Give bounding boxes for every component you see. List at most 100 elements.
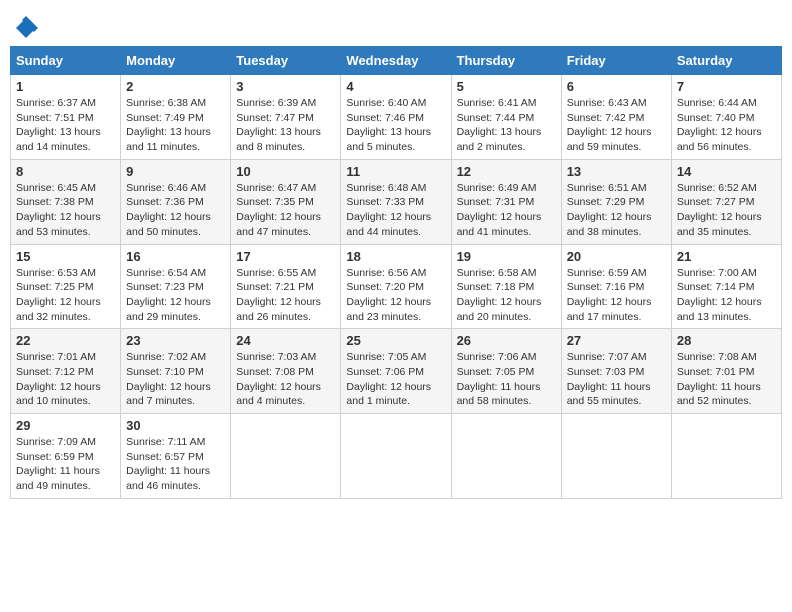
weekday-header-tuesday: Tuesday: [231, 47, 341, 75]
day-number: 3: [236, 79, 335, 94]
calendar-header-row: SundayMondayTuesdayWednesdayThursdayFrid…: [11, 47, 782, 75]
day-detail: Sunrise: 6:45 AM Sunset: 7:38 PM Dayligh…: [16, 181, 115, 240]
day-number: 11: [346, 164, 445, 179]
calendar-cell: 1 Sunrise: 6:37 AM Sunset: 7:51 PM Daylig…: [11, 75, 121, 160]
calendar-week-row: 1 Sunrise: 6:37 AM Sunset: 7:51 PM Daylig…: [11, 75, 782, 160]
day-number: 15: [16, 249, 115, 264]
logo-text: [10, 14, 42, 42]
calendar-week-row: 22Sunrise: 7:01 AM Sunset: 7:12 PM Dayli…: [11, 329, 782, 414]
calendar-cell: [671, 414, 781, 499]
day-detail: Sunrise: 6:43 AM Sunset: 7:42 PM Dayligh…: [567, 96, 666, 155]
day-detail: Sunrise: 6:58 AM Sunset: 7:18 PM Dayligh…: [457, 266, 556, 325]
day-detail: Sunrise: 6:59 AM Sunset: 7:16 PM Dayligh…: [567, 266, 666, 325]
day-detail: Sunrise: 6:55 AM Sunset: 7:21 PM Dayligh…: [236, 266, 335, 325]
day-detail: Sunrise: 6:41 AM Sunset: 7:44 PM Dayligh…: [457, 96, 556, 155]
day-number: 10: [236, 164, 335, 179]
calendar-cell: 9 Sunrise: 6:46 AM Sunset: 7:36 PM Daylig…: [121, 159, 231, 244]
day-number: 20: [567, 249, 666, 264]
calendar-cell: 22Sunrise: 7:01 AM Sunset: 7:12 PM Dayli…: [11, 329, 121, 414]
day-detail: Sunrise: 7:06 AM Sunset: 7:05 PM Dayligh…: [457, 350, 556, 409]
calendar-cell: 20 Sunrise: 6:59 AM Sunset: 7:16 PM Dayli…: [561, 244, 671, 329]
calendar-cell: 23 Sunrise: 7:02 AM Sunset: 7:10 PM Dayli…: [121, 329, 231, 414]
day-detail: Sunrise: 7:05 AM Sunset: 7:06 PM Dayligh…: [346, 350, 445, 409]
calendar-cell: 4Sunrise: 6:40 AM Sunset: 7:46 PM Daylig…: [341, 75, 451, 160]
calendar-table: SundayMondayTuesdayWednesdayThursdayFrid…: [10, 46, 782, 499]
day-number: 23: [126, 333, 225, 348]
day-number: 18: [346, 249, 445, 264]
day-detail: Sunrise: 7:11 AM Sunset: 6:57 PM Dayligh…: [126, 435, 225, 494]
day-detail: Sunrise: 7:02 AM Sunset: 7:10 PM Dayligh…: [126, 350, 225, 409]
day-detail: Sunrise: 6:46 AM Sunset: 7:36 PM Dayligh…: [126, 181, 225, 240]
day-number: 24: [236, 333, 335, 348]
day-number: 17: [236, 249, 335, 264]
calendar-cell: [451, 414, 561, 499]
calendar-cell: 25 Sunrise: 7:05 AM Sunset: 7:06 PM Dayli…: [341, 329, 451, 414]
day-number: 2: [126, 79, 225, 94]
calendar-cell: 7Sunrise: 6:44 AM Sunset: 7:40 PM Daylig…: [671, 75, 781, 160]
calendar-cell: 13Sunrise: 6:51 AM Sunset: 7:29 PM Dayli…: [561, 159, 671, 244]
day-detail: Sunrise: 6:39 AM Sunset: 7:47 PM Dayligh…: [236, 96, 335, 155]
day-number: 28: [677, 333, 776, 348]
page-header: [10, 10, 782, 38]
calendar-cell: 2 Sunrise: 6:38 AM Sunset: 7:49 PM Daylig…: [121, 75, 231, 160]
day-number: 27: [567, 333, 666, 348]
calendar-cell: 17 Sunrise: 6:55 AM Sunset: 7:21 PM Dayli…: [231, 244, 341, 329]
calendar-cell: 10Sunrise: 6:47 AM Sunset: 7:35 PM Dayli…: [231, 159, 341, 244]
weekday-header-monday: Monday: [121, 47, 231, 75]
calendar-cell: 15 Sunrise: 6:53 AM Sunset: 7:25 PM Dayli…: [11, 244, 121, 329]
day-detail: Sunrise: 6:37 AM Sunset: 7:51 PM Dayligh…: [16, 96, 115, 155]
weekday-header-sunday: Sunday: [11, 47, 121, 75]
day-detail: Sunrise: 6:48 AM Sunset: 7:33 PM Dayligh…: [346, 181, 445, 240]
day-detail: Sunrise: 7:07 AM Sunset: 7:03 PM Dayligh…: [567, 350, 666, 409]
day-detail: Sunrise: 6:38 AM Sunset: 7:49 PM Dayligh…: [126, 96, 225, 155]
calendar-cell: 28 Sunrise: 7:08 AM Sunset: 7:01 PM Dayli…: [671, 329, 781, 414]
day-number: 22: [16, 333, 115, 348]
calendar-cell: 29 Sunrise: 7:09 AM Sunset: 6:59 PM Dayli…: [11, 414, 121, 499]
day-number: 26: [457, 333, 556, 348]
day-number: 9: [126, 164, 225, 179]
day-number: 1: [16, 79, 115, 94]
day-detail: Sunrise: 6:51 AM Sunset: 7:29 PM Dayligh…: [567, 181, 666, 240]
calendar-cell: [231, 414, 341, 499]
calendar-cell: 24 Sunrise: 7:03 AM Sunset: 7:08 PM Dayli…: [231, 329, 341, 414]
weekday-header-saturday: Saturday: [671, 47, 781, 75]
calendar-cell: 18 Sunrise: 6:56 AM Sunset: 7:20 PM Dayli…: [341, 244, 451, 329]
day-number: 25: [346, 333, 445, 348]
day-number: 21: [677, 249, 776, 264]
calendar-body: 1 Sunrise: 6:37 AM Sunset: 7:51 PM Daylig…: [11, 75, 782, 499]
calendar-cell: 27 Sunrise: 7:07 AM Sunset: 7:03 PM Dayli…: [561, 329, 671, 414]
calendar-cell: 14Sunrise: 6:52 AM Sunset: 7:27 PM Dayli…: [671, 159, 781, 244]
calendar-cell: 21 Sunrise: 7:00 AM Sunset: 7:14 PM Dayli…: [671, 244, 781, 329]
day-detail: Sunrise: 6:40 AM Sunset: 7:46 PM Dayligh…: [346, 96, 445, 155]
day-number: 19: [457, 249, 556, 264]
calendar-cell: 19 Sunrise: 6:58 AM Sunset: 7:18 PM Dayli…: [451, 244, 561, 329]
day-detail: Sunrise: 7:09 AM Sunset: 6:59 PM Dayligh…: [16, 435, 115, 494]
day-detail: Sunrise: 6:52 AM Sunset: 7:27 PM Dayligh…: [677, 181, 776, 240]
calendar-cell: 5 Sunrise: 6:41 AM Sunset: 7:44 PM Daylig…: [451, 75, 561, 160]
day-detail: Sunrise: 6:54 AM Sunset: 7:23 PM Dayligh…: [126, 266, 225, 325]
calendar-cell: 11 Sunrise: 6:48 AM Sunset: 7:33 PM Dayli…: [341, 159, 451, 244]
logo: [10, 14, 42, 38]
calendar-week-row: 8 Sunrise: 6:45 AM Sunset: 7:38 PM Daylig…: [11, 159, 782, 244]
day-detail: Sunrise: 7:00 AM Sunset: 7:14 PM Dayligh…: [677, 266, 776, 325]
calendar-cell: 12 Sunrise: 6:49 AM Sunset: 7:31 PM Dayli…: [451, 159, 561, 244]
calendar-week-row: 29 Sunrise: 7:09 AM Sunset: 6:59 PM Dayli…: [11, 414, 782, 499]
calendar-week-row: 15 Sunrise: 6:53 AM Sunset: 7:25 PM Dayli…: [11, 244, 782, 329]
day-detail: Sunrise: 7:08 AM Sunset: 7:01 PM Dayligh…: [677, 350, 776, 409]
day-detail: Sunrise: 6:49 AM Sunset: 7:31 PM Dayligh…: [457, 181, 556, 240]
day-detail: Sunrise: 6:53 AM Sunset: 7:25 PM Dayligh…: [16, 266, 115, 325]
day-detail: Sunrise: 6:56 AM Sunset: 7:20 PM Dayligh…: [346, 266, 445, 325]
day-number: 5: [457, 79, 556, 94]
day-number: 16: [126, 249, 225, 264]
day-number: 30: [126, 418, 225, 433]
day-number: 29: [16, 418, 115, 433]
day-number: 8: [16, 164, 115, 179]
calendar-cell: 26 Sunrise: 7:06 AM Sunset: 7:05 PM Dayli…: [451, 329, 561, 414]
calendar-cell: 16 Sunrise: 6:54 AM Sunset: 7:23 PM Dayli…: [121, 244, 231, 329]
weekday-header-wednesday: Wednesday: [341, 47, 451, 75]
day-number: 12: [457, 164, 556, 179]
calendar-cell: [561, 414, 671, 499]
calendar-cell: 6Sunrise: 6:43 AM Sunset: 7:42 PM Daylig…: [561, 75, 671, 160]
calendar-cell: 8 Sunrise: 6:45 AM Sunset: 7:38 PM Daylig…: [11, 159, 121, 244]
day-detail: Sunrise: 7:03 AM Sunset: 7:08 PM Dayligh…: [236, 350, 335, 409]
